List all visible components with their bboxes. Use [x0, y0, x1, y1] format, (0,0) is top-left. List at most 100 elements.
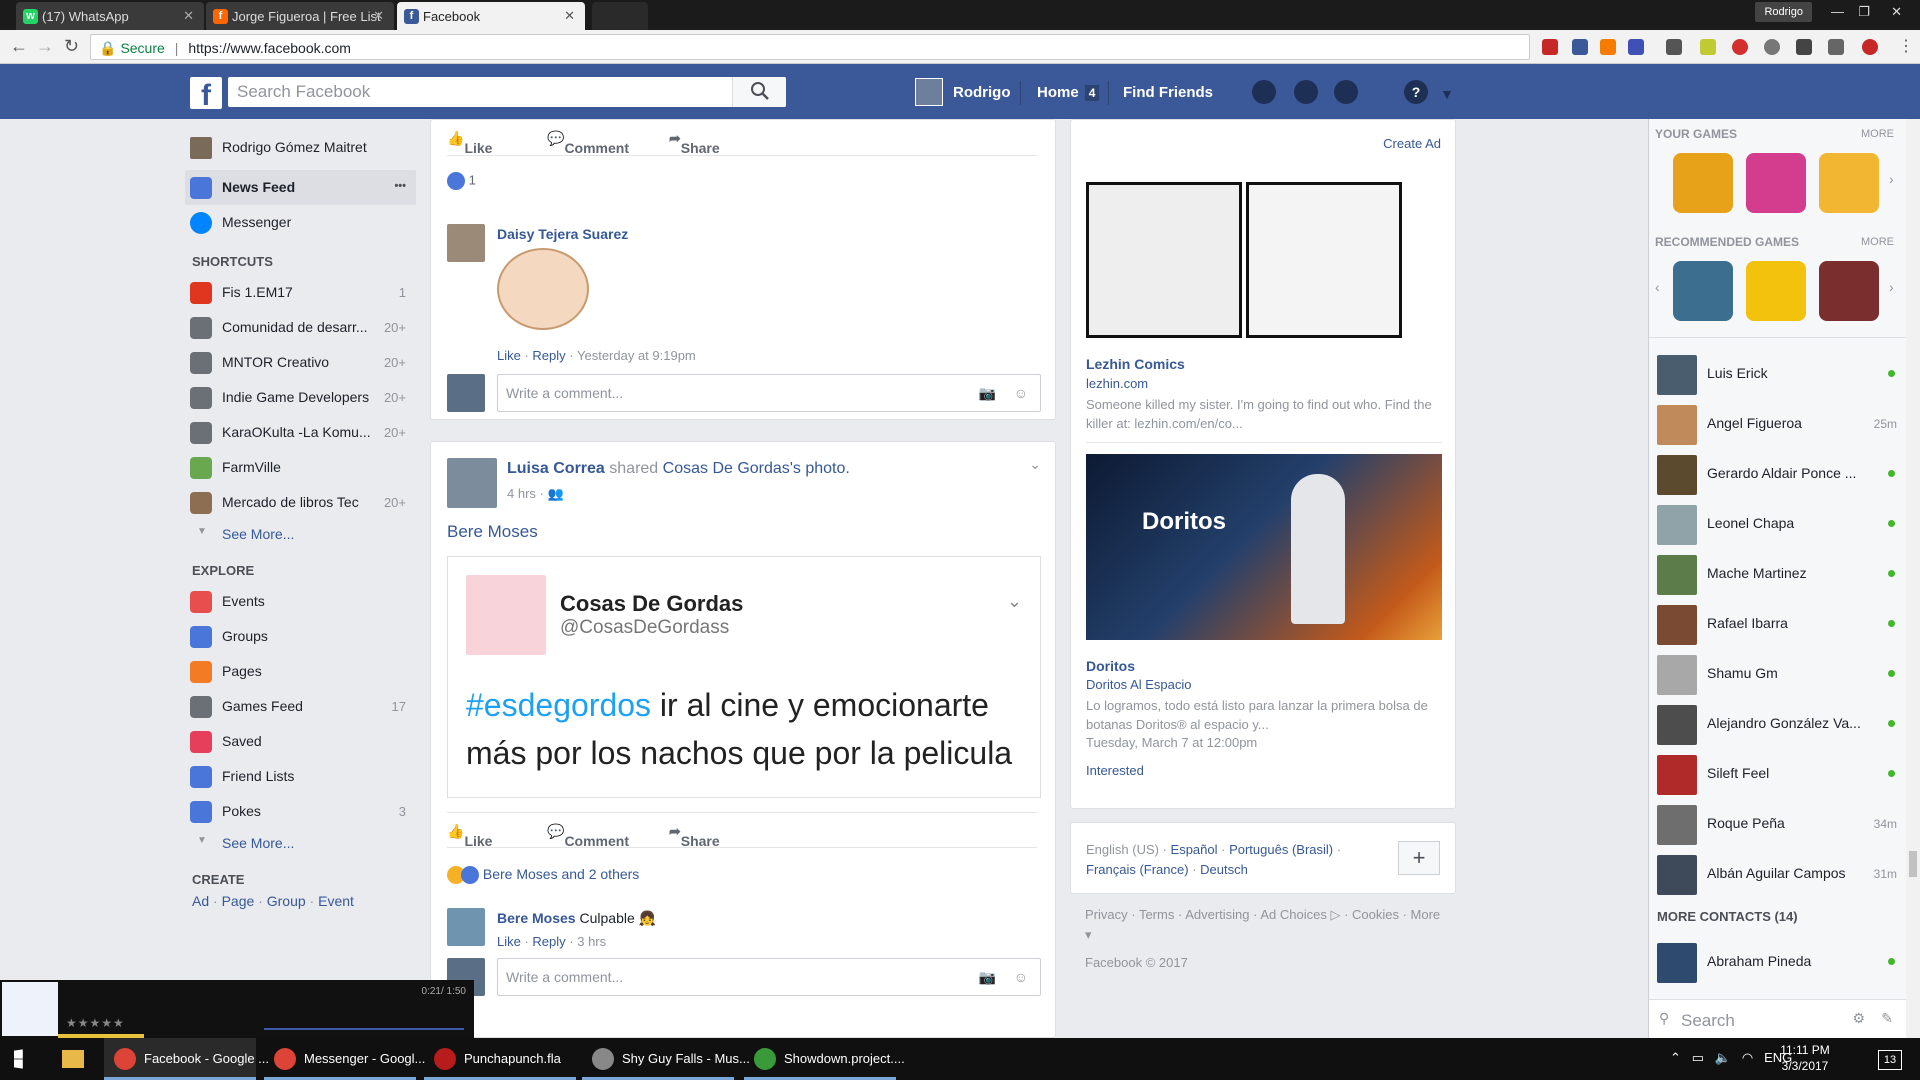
- ad-image-lezhin-right[interactable]: [1246, 182, 1402, 338]
- game-icon-8-ball[interactable]: [1819, 261, 1879, 321]
- commenter-name[interactable]: Bere Moses: [497, 910, 576, 926]
- extension-icon[interactable]: [1700, 39, 1716, 55]
- account-menu-chevron-icon[interactable]: ▼: [1440, 86, 1454, 102]
- shared-tweet-image[interactable]: Cosas De Gordas @CosasDeGordass ⌄ #esdeg…: [447, 556, 1041, 798]
- sidebar-item[interactable]: Events: [180, 584, 416, 619]
- scrollbar[interactable]: [1906, 119, 1920, 1039]
- footer-link[interactable]: More: [1411, 907, 1441, 922]
- footer-link[interactable]: Cookies: [1352, 907, 1399, 922]
- taskbar-app[interactable]: Shy Guy Falls - Mus...: [582, 1038, 750, 1080]
- chat-contact[interactable]: Gerardo Aldair Ponce ...: [1657, 449, 1897, 497]
- emoji-icon[interactable]: ☺: [1014, 385, 1028, 401]
- share-button[interactable]: ➦ Share: [669, 823, 720, 849]
- tab-facebook[interactable]: f Facebook ✕: [397, 2, 585, 30]
- comment-like-link[interactable]: Like: [497, 348, 521, 363]
- footer-link[interactable]: Ad Choices: [1260, 907, 1326, 922]
- create-group-link[interactable]: Group: [267, 893, 306, 909]
- extension-icon[interactable]: [1764, 39, 1780, 55]
- twitter-icon[interactable]: [1796, 39, 1812, 55]
- sidebar-item[interactable]: FarmVille: [180, 450, 416, 485]
- emoji-icon[interactable]: ☺: [1014, 969, 1028, 985]
- shared-page-link[interactable]: Cosas De Gordas: [663, 460, 790, 477]
- compose-icon[interactable]: ✎: [1881, 1010, 1893, 1027]
- ad-domain[interactable]: lezhin.com: [1086, 376, 1148, 391]
- footer-link[interactable]: Advertising: [1185, 907, 1249, 922]
- language-link[interactable]: Français (France): [1086, 862, 1189, 877]
- chat-contact[interactable]: Angel Figueroa 25m: [1657, 399, 1897, 447]
- comment-button[interactable]: 💬 Comment: [547, 130, 629, 156]
- game-icon-recommended[interactable]: [1746, 261, 1806, 321]
- sidebar-item[interactable]: Mercado de libros Tec 20+: [180, 485, 416, 520]
- interested-button[interactable]: Interested: [1086, 763, 1144, 778]
- comment-button[interactable]: 💬 Comment: [547, 823, 629, 849]
- friends-audience-icon[interactable]: 👥: [547, 486, 563, 501]
- chevron-right-icon[interactable]: ›: [1889, 171, 1894, 187]
- chat-contact[interactable]: Albán Aguilar Campos 31m: [1657, 849, 1897, 897]
- taskbar-app[interactable]: Showdown.project....: [744, 1038, 905, 1080]
- your-games-more-link[interactable]: MORE: [1861, 128, 1894, 140]
- game-icon-farmville[interactable]: [1673, 153, 1733, 213]
- sidebar-item[interactable]: KaraOKulta -La Komu... 20+: [180, 415, 416, 450]
- footer-link[interactable]: Terms: [1139, 907, 1174, 922]
- rss-extension-icon[interactable]: [1600, 39, 1616, 55]
- avatar[interactable]: [447, 908, 485, 946]
- close-window-icon[interactable]: ✕: [1891, 4, 1902, 20]
- facebook-logo-icon[interactable]: f: [190, 77, 222, 109]
- sidebar-item[interactable]: Saved: [180, 724, 416, 759]
- chat-search-input[interactable]: Search: [1681, 1011, 1735, 1031]
- scrollbar-thumb[interactable]: [1909, 851, 1917, 877]
- avatar[interactable]: [447, 224, 485, 262]
- close-icon[interactable]: ✕: [564, 8, 575, 24]
- see-more-explore-link[interactable]: ▼ See More...: [180, 829, 416, 858]
- comment-like-link[interactable]: Like: [497, 934, 521, 949]
- commenter-name[interactable]: Daisy Tejera Suarez: [497, 226, 628, 242]
- album-art[interactable]: [2, 982, 58, 1036]
- ad-image-doritos[interactable]: Doritos: [1086, 454, 1442, 640]
- post-options-chevron-icon[interactable]: ⌄: [1029, 456, 1041, 473]
- chat-contact[interactable]: Shamu Gm: [1657, 649, 1897, 697]
- photo-link[interactable]: photo.: [805, 460, 849, 477]
- new-tab-button[interactable]: [592, 2, 648, 30]
- avatar[interactable]: [915, 78, 943, 106]
- help-icon[interactable]: ?: [1404, 80, 1428, 104]
- search-button[interactable]: [732, 77, 786, 107]
- sidebar-item[interactable]: Friend Lists: [180, 759, 416, 794]
- ad-image-lezhin-left[interactable]: [1086, 182, 1242, 338]
- language-link[interactable]: Deutsch: [1200, 862, 1248, 877]
- create-ad-link[interactable]: Ad: [192, 893, 209, 909]
- sidebar-item[interactable]: Pages: [180, 654, 416, 689]
- sidebar-item-news-feed[interactable]: News Feed •••: [185, 170, 416, 205]
- create-ad-link[interactable]: Create Ad: [1383, 136, 1441, 151]
- chat-contact[interactable]: Rafael Ibarra: [1657, 599, 1897, 647]
- game-icon-tetris-battle[interactable]: [1746, 153, 1806, 213]
- sidebar-profile-link[interactable]: Rodrigo Gómez Maitret: [180, 130, 416, 170]
- back-icon[interactable]: ←: [10, 36, 28, 57]
- chat-contact[interactable]: Abraham Pineda: [1657, 937, 1897, 985]
- chevron-up-icon[interactable]: ⌃: [1670, 1050, 1681, 1065]
- tab-whatsapp[interactable]: w (17) WhatsApp ✕: [16, 2, 204, 30]
- sidebar-item[interactable]: Games Feed 17: [180, 689, 416, 724]
- comment-reply-link[interactable]: Reply: [532, 934, 565, 949]
- search-input[interactable]: Search Facebook: [228, 77, 786, 107]
- extension-icon[interactable]: [1666, 39, 1682, 55]
- close-icon[interactable]: ✕: [183, 8, 194, 24]
- taskbar-app[interactable]: Messenger - Googl...: [264, 1038, 425, 1080]
- chevron-left-icon[interactable]: ‹: [1655, 279, 1660, 295]
- extension-icon[interactable]: [1862, 39, 1878, 55]
- home-link[interactable]: Home 4: [1020, 81, 1100, 105]
- progress-track[interactable]: [264, 1028, 464, 1030]
- see-more-shortcuts-link[interactable]: ▼ See More...: [180, 520, 416, 549]
- sidebar-item[interactable]: Groups: [180, 619, 416, 654]
- gear-icon[interactable]: ⚙: [1852, 1010, 1865, 1027]
- extension-icon[interactable]: [1542, 39, 1558, 55]
- find-friends-link[interactable]: Find Friends: [1108, 81, 1213, 105]
- notification-center-icon[interactable]: 13: [1878, 1050, 1902, 1070]
- extension-icon[interactable]: [1628, 39, 1644, 55]
- windows-start-icon[interactable]: [14, 1049, 23, 1069]
- battery-icon[interactable]: ▭: [1692, 1050, 1704, 1065]
- reactions-summary[interactable]: 1: [447, 172, 476, 190]
- notifications-globe-icon[interactable]: [1334, 80, 1358, 104]
- close-icon[interactable]: ✕: [373, 8, 384, 24]
- chat-contact[interactable]: Roque Peña 34m: [1657, 799, 1897, 847]
- chat-contact[interactable]: Mache Martinez: [1657, 549, 1897, 597]
